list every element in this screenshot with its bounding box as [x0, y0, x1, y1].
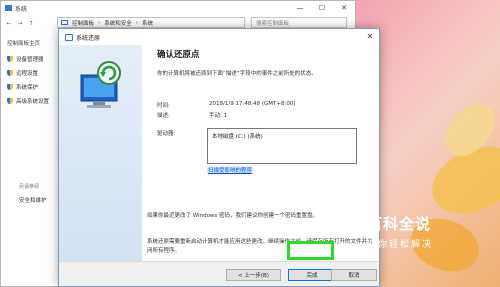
nav-label: 高级系统设置	[16, 99, 50, 105]
minimize-button[interactable]: —	[289, 1, 311, 15]
time-label: 时间:	[157, 103, 170, 109]
nav-label: 系统保护	[16, 85, 39, 91]
address-bar[interactable]: 控制面板 › 系统和安全 › 系统	[57, 17, 245, 28]
breadcrumb-separator: ›	[135, 19, 138, 26]
finish-button[interactable]: 完成	[288, 269, 336, 281]
time-value: 2018/1/9 17:48:48 (GMT+8:00)	[209, 101, 296, 107]
system-restore-icon	[65, 33, 73, 41]
system-icon	[5, 5, 12, 11]
close-button[interactable]: ✕	[333, 1, 355, 15]
see-also-header: 另请参阅	[19, 184, 40, 190]
search-placeholder: 搜索控制面板	[256, 20, 290, 27]
up-arrow-icon[interactable]: ↑	[27, 20, 35, 27]
dialog-titlebar: 系统还原	[59, 29, 379, 45]
scan-affected-programs-link[interactable]: 扫描受影响的程序	[207, 166, 254, 174]
nav-label: 设备管理器	[16, 57, 44, 63]
breadcrumb-system[interactable]: 系统	[142, 19, 153, 27]
dialog-subtitle: 你的计算机将被还原到下面“描述”字段中的事件之前所处的状态。	[157, 71, 317, 77]
finish-highlight-box	[287, 241, 334, 260]
dialog-close-button[interactable]: ✕	[363, 30, 377, 42]
password-reset-note: 如果你最近更改了 Windows 密码，我们建议你创建一个密码重置盘。	[147, 213, 319, 219]
window-controls: — ☐ ✕	[289, 1, 355, 15]
security-maintenance-link[interactable]: 安全和维护	[19, 196, 47, 204]
dialog-title: 系统还原	[76, 34, 101, 42]
computer-icon	[61, 20, 68, 25]
breadcrumb-separator: ›	[98, 19, 101, 26]
watermark-title: 百科全说	[367, 215, 432, 233]
forward-arrow-icon[interactable]: →	[16, 20, 24, 27]
dialog-content: 确认还原点 你的计算机将被还原到下面“描述”字段中的事件之前所处的状态。	[157, 45, 369, 77]
shield-icon	[7, 70, 13, 76]
search-input[interactable]: 搜索控制面板	[251, 17, 347, 28]
drives-label: 驱动器:	[157, 131, 176, 137]
description-label: 描述:	[157, 113, 170, 119]
back-button[interactable]: < 上一步(B)	[226, 269, 281, 281]
breadcrumb-control-panel[interactable]: 控制面板	[72, 19, 94, 27]
cancel-button[interactable]: 取消	[331, 269, 377, 281]
shield-icon	[7, 98, 13, 104]
restart-note: 系统还原需要重新启动计算机才能应用这些更改。继续操作之前，请保存所有打开的文件并…	[147, 239, 373, 254]
dialog-heading: 确认还原点	[157, 50, 200, 60]
description-value: 手动: 1	[209, 113, 228, 119]
system-window-title: 系统	[15, 5, 28, 13]
shield-icon	[7, 56, 13, 62]
watermark-logo: 百科全说 助你轻松解决	[367, 213, 475, 259]
watermark-subtitle: 助你轻松解决	[367, 240, 434, 250]
back-arrow-icon[interactable]: ←	[5, 20, 13, 27]
dialog-footer: < 上一步(B) 完成 取消	[59, 261, 379, 286]
restore-monitor-icon	[80, 61, 121, 108]
drives-list[interactable]: 本地磁盘 (C:) (系统)	[207, 128, 357, 164]
breadcrumb-system-security[interactable]: 系统和安全	[104, 19, 132, 27]
maximize-button[interactable]: ☐	[311, 1, 333, 15]
dialog-sidebar	[59, 45, 142, 263]
nav-label: 远程设置	[16, 71, 39, 77]
shield-icon	[7, 84, 13, 90]
drive-item[interactable]: 本地磁盘 (C:) (系统)	[212, 134, 263, 140]
